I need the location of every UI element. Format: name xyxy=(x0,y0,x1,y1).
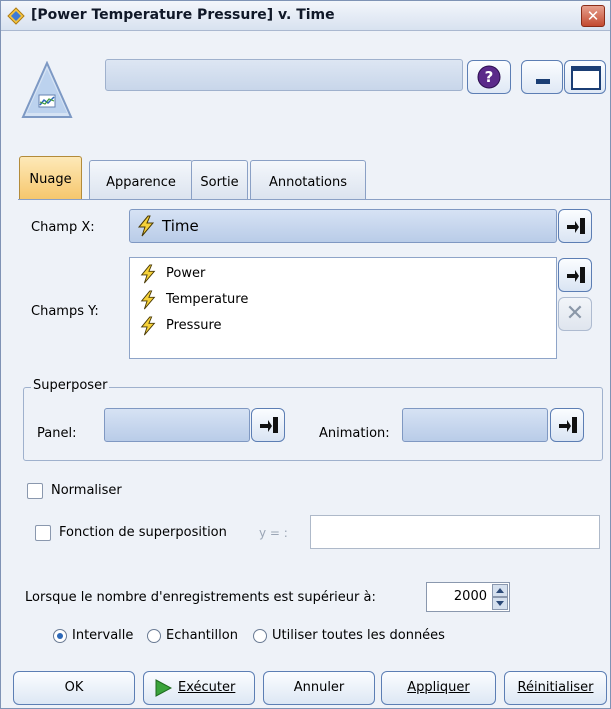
x-field-value: Time xyxy=(162,217,199,235)
normalize-label: Normaliser xyxy=(51,483,122,498)
panel-picker-button[interactable] xyxy=(251,408,285,442)
node-name-field[interactable] xyxy=(105,59,463,91)
reset-button[interactable]: Réinitialiser xyxy=(504,671,607,705)
plot-node-icon xyxy=(21,61,73,118)
maximize-button[interactable] xyxy=(564,60,606,94)
spin-up-icon[interactable] xyxy=(492,584,508,597)
node-diamond-icon xyxy=(7,7,25,25)
field-picker-icon xyxy=(260,417,278,433)
y-fields-list[interactable]: Power Temperature Pressure xyxy=(129,257,557,359)
animation-select[interactable] xyxy=(402,408,548,442)
overlay-group-legend: Superposer xyxy=(31,378,110,393)
animation-picker-button[interactable] xyxy=(550,408,584,442)
records-threshold-label: Lorsque le nombre d'enregistrements est … xyxy=(25,590,376,605)
radio-interval-label: Intervalle xyxy=(72,628,134,643)
normalize-checkbox[interactable] xyxy=(27,483,43,499)
help-button[interactable]: ? xyxy=(467,60,511,94)
panel-select[interactable] xyxy=(104,408,250,442)
tab-apparence[interactable]: Apparence xyxy=(89,160,193,200)
y-field-name: Power xyxy=(166,266,206,281)
cancel-button[interactable]: Annuler xyxy=(263,671,375,705)
overlay-function-checkbox[interactable] xyxy=(35,525,51,541)
field-picker-icon xyxy=(567,218,585,234)
ok-button[interactable]: OK xyxy=(13,671,135,705)
records-threshold-spinner[interactable]: 2000 xyxy=(426,582,510,612)
y-field-name: Temperature xyxy=(166,292,249,307)
panel-label: Panel: xyxy=(37,426,77,441)
continuous-field-icon xyxy=(140,316,156,336)
svg-text:?: ? xyxy=(485,68,494,86)
radio-all-data-label: Utiliser toutes les données xyxy=(272,628,445,643)
run-button-label: Exécuter xyxy=(178,680,236,695)
apply-button[interactable]: Appliquer xyxy=(381,671,496,705)
radio-sample-label: Echantillon xyxy=(166,628,238,643)
header-area xyxy=(1,32,610,157)
title-bar[interactable]: [Power Temperature Pressure] v. Time ✕ xyxy=(1,1,610,31)
y-equals-label: y = : xyxy=(259,526,288,540)
minimize-icon xyxy=(536,79,550,84)
close-button[interactable]: ✕ xyxy=(581,5,605,27)
records-threshold-value: 2000 xyxy=(453,589,487,604)
window-title: [Power Temperature Pressure] v. Time xyxy=(31,7,335,23)
tab-sortie[interactable]: Sortie xyxy=(191,160,248,200)
x-field-picker-button[interactable] xyxy=(558,209,592,243)
field-picker-icon xyxy=(559,417,577,433)
dialog-window: [Power Temperature Pressure] v. Time ✕ ?… xyxy=(0,0,611,709)
field-picker-icon xyxy=(567,267,585,283)
overlay-function-label: Fonction de superposition xyxy=(59,525,227,540)
minimize-button[interactable] xyxy=(521,60,563,94)
y-fields-picker-button[interactable] xyxy=(558,258,592,292)
tab-nuage[interactable]: Nuage xyxy=(19,156,82,200)
run-button[interactable]: Exécuter xyxy=(143,671,255,705)
continuous-field-icon xyxy=(137,215,155,237)
continuous-field-icon xyxy=(140,290,156,310)
overlay-function-input[interactable] xyxy=(310,515,600,549)
maximize-icon xyxy=(571,66,601,90)
help-icon: ? xyxy=(477,65,501,89)
tab-annotations[interactable]: Annotations xyxy=(250,160,366,200)
play-icon xyxy=(155,679,172,697)
continuous-field-icon xyxy=(140,264,156,284)
delete-field-button[interactable]: ✕ xyxy=(558,297,592,331)
x-field-label: Champ X: xyxy=(31,220,95,235)
x-field-select[interactable]: Time xyxy=(129,209,557,243)
spin-down-icon[interactable] xyxy=(492,597,508,610)
animation-label: Animation: xyxy=(319,426,390,441)
y-field-name: Pressure xyxy=(166,318,222,333)
radio-all-data[interactable] xyxy=(253,629,267,643)
radio-interval[interactable] xyxy=(53,629,67,643)
radio-sample[interactable] xyxy=(147,629,161,643)
y-fields-label: Champs Y: xyxy=(31,304,99,319)
